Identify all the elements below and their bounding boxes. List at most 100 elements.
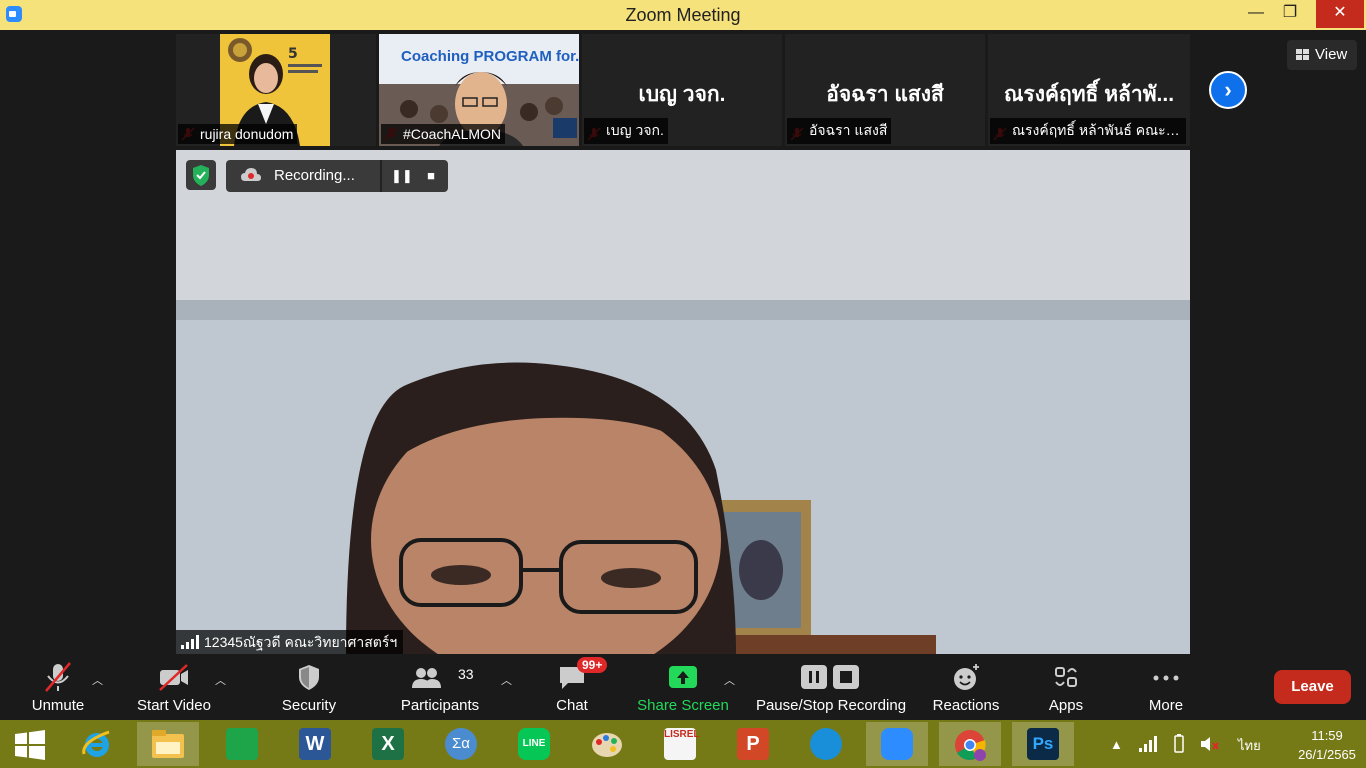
chat-label: Chat — [556, 697, 588, 714]
unmute-label: Unmute — [31, 697, 85, 714]
share-screen-icon — [669, 666, 697, 688]
speaker-name: 12345ณัฐวดี คณะวิทยาศาสตร์ฯ — [204, 634, 398, 650]
pause-stop-recording-label: Pause/Stop Recording — [755, 697, 907, 714]
more-label: More — [1148, 697, 1184, 714]
participants-icon — [412, 668, 441, 688]
taskbar-paint[interactable] — [576, 722, 638, 766]
chat-unread-badge: 99+ — [577, 657, 608, 673]
excel-icon: X — [372, 728, 404, 760]
maximize-button[interactable]: ❐ — [1270, 0, 1310, 28]
taskbar-powerpoint[interactable]: P — [722, 722, 784, 766]
battery-plug-icon[interactable] — [1170, 734, 1188, 754]
signal-strength-icon — [181, 635, 199, 649]
taskbar-store[interactable] — [211, 722, 273, 766]
chrome-icon — [955, 730, 986, 761]
gallery-tile-coachalmon[interactable]: Coaching PROGRAM for...er #CoachALMON — [379, 34, 579, 146]
security-shield-icon — [299, 665, 319, 690]
audio-options-caret[interactable]: ︿ — [92, 672, 103, 688]
encryption-shield-icon[interactable] — [186, 160, 216, 190]
recording-indicator: Recording... ❚❚ ■ — [226, 160, 448, 192]
pause-stop-recording-button[interactable]: Pause/Stop Recording — [752, 658, 910, 720]
taskbar-edge[interactable] — [795, 722, 857, 766]
start-video-label: Start Video — [137, 697, 211, 714]
start-button[interactable] — [0, 722, 62, 766]
lisrel-icon: LISREL — [664, 728, 700, 760]
speaker-video-image — [176, 150, 1190, 654]
taskbar-internet-explorer[interactable] — [66, 722, 128, 766]
participant-name: #CoachALMON — [381, 124, 506, 144]
taskbar-lisrel[interactable]: LISREL — [649, 722, 711, 766]
active-speaker-video[interactable] — [176, 150, 1190, 654]
more-button[interactable]: More — [1136, 658, 1196, 720]
share-screen-button[interactable]: Share Screen — [636, 658, 730, 720]
store-icon — [226, 728, 258, 760]
window-title: Zoom Meeting — [625, 5, 741, 25]
network-signal-icon[interactable] — [1138, 736, 1158, 752]
apps-icon — [1055, 667, 1077, 687]
gallery-tile-narongrit[interactable]: ณรงค์ฤทธิ์ หล้าพั... ณรงค์ฤทธิ์ หล้าพันธ… — [988, 34, 1190, 146]
shield-check-icon — [193, 165, 209, 186]
leave-button[interactable]: Leave — [1274, 670, 1351, 704]
security-label: Security — [281, 697, 337, 714]
pause-recording-button[interactable]: ❚❚ — [391, 168, 413, 184]
divider — [380, 160, 382, 192]
share-screen-label: Share Screen — [637, 697, 729, 714]
photoshop-icon: Ps — [1027, 728, 1059, 760]
taskbar-math-input[interactable]: Σα — [430, 722, 492, 766]
clock-date: 26/1/2565 — [1298, 747, 1356, 762]
video-options-caret[interactable]: ︿ — [215, 672, 226, 688]
recording-status-text: Recording... — [274, 167, 355, 184]
taskbar-file-explorer[interactable] — [137, 722, 199, 766]
start-video-button[interactable]: Start Video — [132, 658, 216, 720]
video-off-icon — [159, 664, 188, 691]
participant-name: ณรงค์ฤทธิ์ หล้าพันธ์ คณะว... — [990, 118, 1186, 144]
edge-browser-icon — [810, 728, 842, 760]
close-button[interactable]: ✕ — [1316, 0, 1364, 28]
windows-logo-icon — [15, 730, 45, 760]
powerpoint-icon: P — [737, 728, 769, 760]
show-hidden-icons-button[interactable]: ▲ — [1110, 737, 1123, 752]
participant-display-name: เบญ วจก. — [638, 83, 726, 106]
clock-time: 11:59 — [1311, 728, 1343, 743]
svg-text:5: 5 — [288, 46, 298, 62]
folder-icon — [152, 730, 184, 758]
gallery-tile-ben[interactable]: เบญ วจก. เบญ วจก. — [582, 34, 782, 146]
input-language-indicator[interactable]: ไทย — [1238, 735, 1261, 756]
internet-explorer-icon — [82, 730, 110, 757]
share-options-caret[interactable]: ︿ — [724, 672, 735, 688]
apps-button[interactable]: Apps — [1036, 658, 1096, 720]
reactions-smiley-icon — [954, 664, 979, 690]
gallery-next-page-button[interactable]: › — [1209, 71, 1247, 109]
cloud-recording-icon — [241, 168, 261, 181]
view-label: View — [1315, 46, 1348, 63]
reactions-label: Reactions — [932, 697, 1000, 714]
gallery-tile-atchara[interactable]: อัจฉรา แสงสี อัจฉรา แสงสี — [785, 34, 985, 146]
taskbar-photoshop[interactable]: Ps — [1012, 722, 1074, 766]
mic-muted-icon — [45, 662, 71, 692]
apps-label: Apps — [1048, 697, 1084, 714]
participants-options-caret[interactable]: ︿ — [501, 672, 512, 688]
participant-display-name: ณรงค์ฤทธิ์ หล้าพั... — [1003, 83, 1175, 106]
reactions-button[interactable]: Reactions — [928, 658, 1004, 720]
title-bar: Zoom Meeting — ❐ ✕ — [0, 0, 1366, 30]
math-input-icon: Σα — [445, 728, 477, 760]
system-clock[interactable]: 11:59 26/1/2565 — [1292, 726, 1362, 764]
stop-recording-button[interactable]: ■ — [423, 168, 439, 184]
volume-muted-icon[interactable] — [1199, 734, 1221, 754]
gallery-tile-rujira[interactable]: 5 rujira donudom — [176, 34, 376, 146]
view-button[interactable]: View — [1287, 40, 1357, 70]
taskbar-excel[interactable]: X — [357, 722, 419, 766]
speaker-name-label: 12345ณัฐวดี คณะวิทยาศาสตร์ฯ — [176, 630, 404, 654]
participants-count: 33 — [458, 666, 474, 682]
taskbar-word[interactable]: W — [284, 722, 346, 766]
unmute-button[interactable]: Unmute — [20, 658, 96, 720]
taskbar-zoom[interactable] — [866, 722, 928, 766]
participant-name: rujira donudom — [178, 124, 298, 144]
security-button[interactable]: Security — [272, 658, 346, 720]
more-dots-icon — [1153, 675, 1179, 681]
taskbar-line[interactable]: LINE — [503, 722, 565, 766]
taskbar-chrome[interactable] — [939, 722, 1001, 766]
participants-label: Participants — [400, 697, 480, 714]
participants-button[interactable]: 33 Participants — [396, 658, 484, 720]
participant-display-name: อัจฉรา แสงสี — [826, 83, 944, 106]
